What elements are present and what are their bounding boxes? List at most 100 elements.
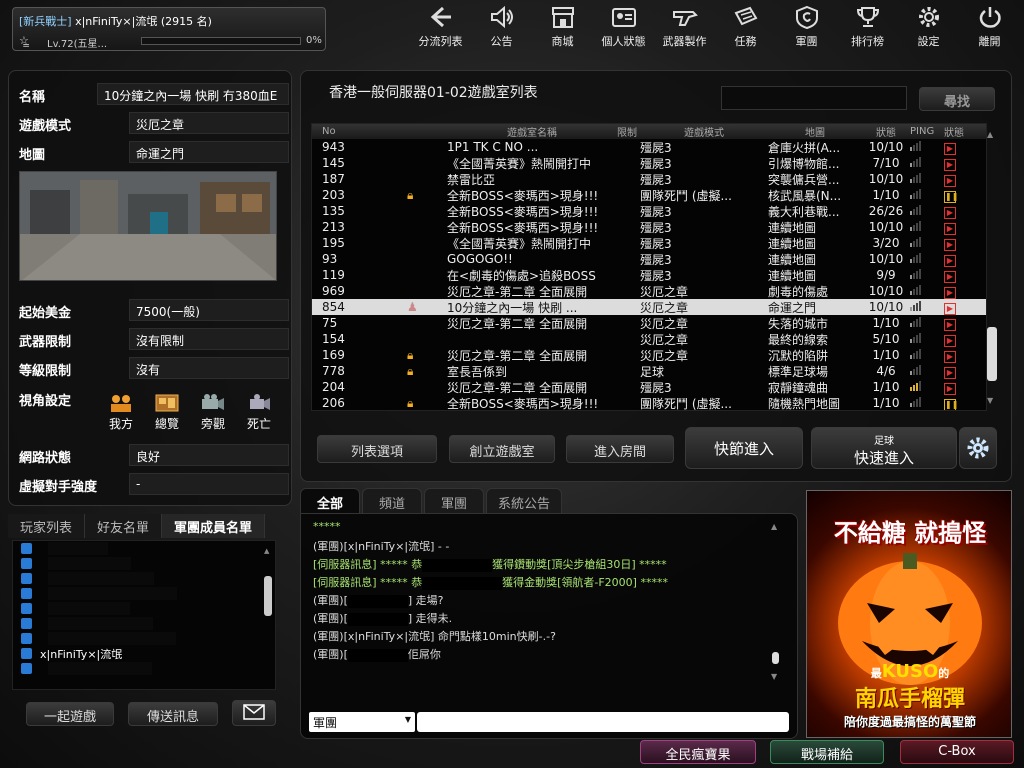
room-search-input[interactable] bbox=[721, 86, 907, 110]
room-map: 隨機熱門地圖 bbox=[768, 396, 841, 411]
ai-strength-row: 虛擬對手強度 - bbox=[19, 473, 289, 495]
chat-tab-clan[interactable]: 軍團 bbox=[424, 488, 484, 514]
view-spectate-button[interactable]: 旁觀 bbox=[193, 393, 233, 432]
join-room-button[interactable]: 進入房間 bbox=[566, 435, 674, 463]
nav-settings-button[interactable]: 設定 bbox=[898, 4, 959, 52]
room-list-scrollbar[interactable]: ▲ ▼ bbox=[987, 131, 997, 411]
room-row[interactable]: 93 GOGOGO!! 殭屍3 連續地圖 10/10 ▶ bbox=[312, 251, 986, 267]
ad-kuso: KUSO bbox=[881, 661, 939, 682]
player-list-item[interactable] bbox=[13, 586, 275, 601]
room-map: 突襲傭兵營... bbox=[768, 172, 840, 187]
room-row[interactable]: 75 災厄之章-第二章 全面展開 災厄之章 失落的城市 1/10 ▶ bbox=[312, 315, 986, 331]
player-list-item[interactable] bbox=[13, 631, 275, 646]
room-row[interactable]: 154 災厄之章 最終的線索 5/10 ▶ bbox=[312, 331, 986, 347]
ping-bars-icon bbox=[910, 252, 921, 263]
chat-scroll-thumb[interactable] bbox=[772, 652, 779, 664]
room-row[interactable]: 169 🔒︎ 災厄之章-第二章 全面展開 災厄之章 沉默的陷阱 1/10 ▶ bbox=[312, 347, 986, 363]
view-spectate-label: 旁觀 bbox=[200, 417, 225, 431]
nav-shop-button[interactable]: 商城 bbox=[532, 4, 593, 52]
room-map: 連續地圖 bbox=[768, 220, 817, 235]
room-name: 災厄之章-第二章 全面展開 bbox=[447, 380, 588, 395]
tab-clan-members[interactable]: 軍團成員名單 bbox=[162, 514, 266, 538]
view-death-button[interactable]: 死亡 bbox=[239, 393, 279, 432]
quick-enter-button[interactable]: 快節進入 bbox=[685, 427, 803, 469]
chat-tab-system[interactable]: 系統公告 bbox=[486, 488, 562, 514]
player-list-item[interactable] bbox=[13, 661, 275, 676]
room-row[interactable]: 969 災厄之章-第二章 全面展開 災厄之章 劇毒的傷處 10/10 ▶ bbox=[312, 283, 986, 299]
nav-exit-button[interactable]: 離開 bbox=[959, 4, 1020, 52]
player-status-icon bbox=[21, 618, 32, 629]
room-row[interactable]: 135 全新BOSS<麥瑪西>現身!!! 殭屍3 義大利巷戰... 26/26 ▶ bbox=[312, 203, 986, 219]
tab-friend-list[interactable]: 好友名單 bbox=[85, 514, 163, 538]
room-row[interactable]: 854 ♟ 10分鐘之內一場 快刷 ... 災厄之章 命運之門 10/10 ▶ bbox=[312, 299, 986, 315]
chat-channel-select[interactable]: 軍團 ▼ bbox=[309, 712, 415, 732]
player-list-scrollbar[interactable]: ▲ bbox=[264, 548, 272, 678]
room-row[interactable]: 187 禁雷比亞 殭屍3 突襲傭兵營... 10/10 ▶ bbox=[312, 171, 986, 187]
nav-clan-button[interactable]: 軍團 bbox=[776, 4, 837, 52]
room-number: 204 bbox=[322, 380, 345, 394]
player-list-item[interactable] bbox=[13, 571, 275, 586]
list-options-button[interactable]: 列表選項 bbox=[317, 435, 437, 463]
room-row[interactable]: 213 全新BOSS<麥瑪西>現身!!! 殭屍3 連續地圖 10/10 ▶ bbox=[312, 219, 986, 235]
nav-shop-label: 商城 bbox=[551, 35, 574, 48]
view-overview-button[interactable]: 總覽 bbox=[147, 393, 187, 432]
nav-profile-button[interactable]: 個人狀態 bbox=[593, 4, 654, 52]
room-mode: 足球 bbox=[640, 364, 665, 379]
player-list-item[interactable] bbox=[13, 541, 275, 556]
room-number: 213 bbox=[322, 220, 345, 234]
room-map: 義大利巷戰... bbox=[768, 204, 840, 219]
chat-scroll-down[interactable]: ▼ bbox=[771, 672, 777, 681]
player-list-item[interactable] bbox=[13, 556, 275, 571]
exp-percent: 0% bbox=[306, 35, 322, 46]
nav-rank-button[interactable]: 排行榜 bbox=[837, 4, 898, 52]
battle-supply-button[interactable]: 戰場補給 bbox=[770, 740, 884, 764]
room-row[interactable]: 119 在<劇毒的傷處>追殺BOSS 殭屍3 連續地圖 9/9 ▶ bbox=[312, 267, 986, 283]
quick-settings-button[interactable] bbox=[959, 427, 997, 469]
room-row[interactable]: 206 🔒︎ 全新BOSS<麥瑪西>現身!!! 團隊死鬥 (虛擬... 隨機熱門地圖 1/… bbox=[312, 395, 986, 411]
room-row[interactable]: 204 災厄之章-第二章 全面展開 殭屍3 寂靜鐘魂曲 1/10 ▶ bbox=[312, 379, 986, 395]
room-name: 全新BOSS<麥瑪西>現身!!! bbox=[447, 396, 599, 411]
search-button[interactable]: 尋找 bbox=[919, 87, 995, 111]
chat-tab-channel[interactable]: 頻道 bbox=[362, 488, 422, 514]
tab-player-list[interactable]: 玩家列表 bbox=[8, 514, 86, 538]
room-row[interactable]: 145 《全國菁英賽》熱鬧開打中 殭屍3 引爆博物館... 7/10 ▶ bbox=[312, 155, 986, 171]
room-mode: 災厄之章 bbox=[640, 348, 689, 363]
chat-input[interactable] bbox=[417, 712, 789, 732]
room-map: 連續地圖 bbox=[768, 252, 817, 267]
censored-name bbox=[48, 572, 154, 585]
ping-bars-icon bbox=[910, 140, 921, 151]
nav-mission-button[interactable]: 任務 bbox=[715, 4, 776, 52]
play-together-button[interactable]: 一起遊戲 bbox=[26, 702, 114, 726]
player-list-item[interactable]: x|nFiniTy×|流氓 bbox=[13, 646, 275, 661]
room-status: 1/10 bbox=[872, 348, 900, 362]
player-list-item[interactable] bbox=[13, 616, 275, 631]
chat-scroll-up[interactable]: ▲ bbox=[771, 522, 777, 531]
nav-news-button[interactable]: 公告 bbox=[471, 4, 532, 52]
cbox-button[interactable]: C-Box bbox=[900, 740, 1014, 764]
chat-tab-all[interactable]: 全部 bbox=[300, 488, 360, 514]
header-limit: 限制 bbox=[617, 128, 637, 139]
nav-craft-button[interactable]: 武器製作 bbox=[654, 4, 715, 52]
send-message-button[interactable]: 傳送訊息 bbox=[128, 702, 218, 726]
lottery-button[interactable]: 全民瘋寶果 bbox=[640, 740, 756, 764]
player-list-name: x|nFiniTy×|流氓 bbox=[40, 647, 123, 661]
nav-channel-label: 分流列表 bbox=[418, 35, 463, 48]
nav-channel-button[interactable]: 分流列表 bbox=[410, 4, 471, 52]
view-team-button[interactable]: 我方 bbox=[101, 393, 141, 432]
censored-name bbox=[347, 612, 408, 626]
room-row[interactable]: 203 🔒︎ 全新BOSS<麥瑪西>現身!!! 團隊死鬥 (虛擬... 核武風暴(N..… bbox=[312, 187, 986, 203]
chat-message-text: ***** bbox=[313, 520, 341, 533]
nav-profile-label: 個人狀態 bbox=[601, 35, 646, 48]
room-number: 195 bbox=[322, 236, 345, 250]
mail-button[interactable] bbox=[232, 700, 276, 726]
room-number: 154 bbox=[322, 332, 345, 346]
play-icon: ▶ bbox=[944, 318, 956, 331]
room-number: 187 bbox=[322, 172, 345, 186]
halloween-ad-banner[interactable]: 不給糖 就搗怪 最KUSO的 南瓜手榴彈 陪你度過最搞怪的萬聖節 bbox=[806, 490, 1012, 738]
room-row[interactable]: 778 🔒︎ 室長吾係到 足球 標準足球場 4/6 ▶ bbox=[312, 363, 986, 379]
player-list-item[interactable] bbox=[13, 601, 275, 616]
soccer-quick-button[interactable]: 足球 快速進入 bbox=[811, 427, 957, 469]
create-room-button[interactable]: 創立遊戲室 bbox=[449, 435, 555, 463]
room-row[interactable]: 195 《全國菁英賽》熱鬧開打中 殭屍3 連續地圖 3/20 ▶ bbox=[312, 235, 986, 251]
room-row[interactable]: 943 1P1 TK C NO ... 殭屍3 倉庫火拼(A... 10/10 ▶ bbox=[312, 139, 986, 155]
